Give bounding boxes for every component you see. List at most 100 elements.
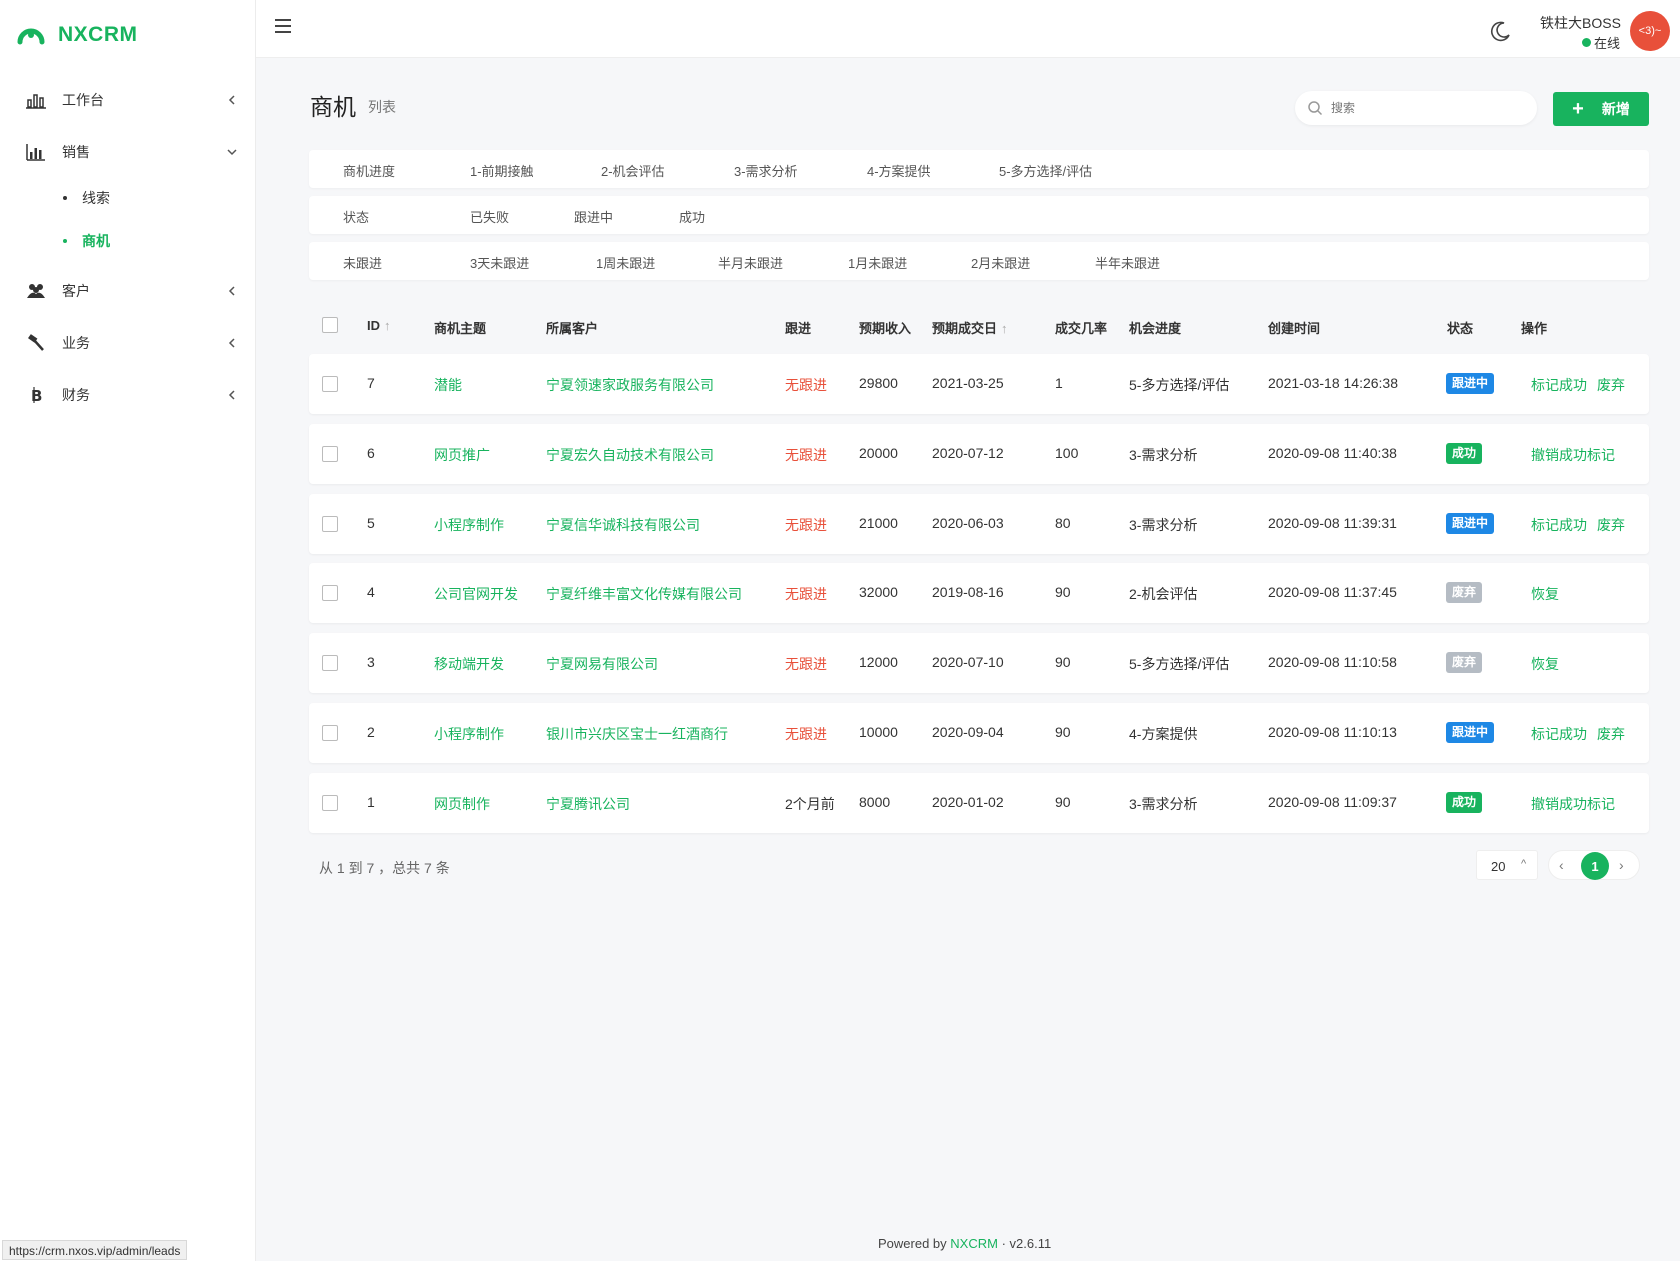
cell-customer-link[interactable]: 宁夏领速家政服务有限公司 bbox=[546, 375, 714, 395]
cell-rate: 1 bbox=[1055, 375, 1063, 391]
filter-option[interactable]: 4-方案提供 bbox=[867, 161, 931, 180]
filter-option[interactable]: 1周未跟进 bbox=[596, 253, 655, 272]
menu-toggle-icon[interactable] bbox=[274, 18, 292, 34]
cell-subject-link[interactable]: 潜能 bbox=[434, 375, 462, 395]
select-all-checkbox[interactable] bbox=[322, 317, 338, 333]
cell-subject-link[interactable]: 小程序制作 bbox=[434, 724, 504, 744]
row-action-link[interactable]: 撤销成功标记 bbox=[1531, 445, 1615, 465]
current-page[interactable]: 1 bbox=[1581, 852, 1609, 880]
row-checkbox[interactable] bbox=[322, 376, 338, 392]
cell-customer-link[interactable]: 宁夏纤维丰富文化传媒有限公司 bbox=[546, 584, 742, 604]
th-close-date[interactable]: 预期成交日 ↑ bbox=[932, 318, 1008, 337]
row-checkbox[interactable] bbox=[322, 655, 338, 671]
filter-option[interactable]: 2-机会评估 bbox=[601, 161, 665, 180]
cell-customer-link[interactable]: 宁夏信华诚科技有限公司 bbox=[546, 515, 700, 535]
th-id[interactable]: ID ↑ bbox=[367, 318, 391, 333]
filter-option[interactable]: 2月未跟进 bbox=[971, 253, 1030, 272]
row-action-link[interactable]: 恢复 bbox=[1531, 654, 1559, 674]
search-box[interactable] bbox=[1295, 91, 1537, 125]
user-name[interactable]: 铁柱大BOSS bbox=[1540, 13, 1621, 33]
sidebar-subitem-label: 商机 bbox=[82, 233, 110, 249]
filter-option[interactable]: 成功 bbox=[679, 207, 705, 226]
cell-created: 2020-09-08 11:09:37 bbox=[1268, 794, 1397, 810]
row-checkbox[interactable] bbox=[322, 725, 338, 741]
avatar[interactable]: <3)~ bbox=[1630, 11, 1670, 51]
row-action-link[interactable]: 标记成功 bbox=[1531, 375, 1587, 395]
sort-arrow-icon: ↑ bbox=[384, 318, 391, 333]
cell-id: 7 bbox=[367, 375, 375, 391]
filter-option[interactable]: 已失败 bbox=[470, 207, 509, 226]
prev-page-button[interactable]: ‹ bbox=[1559, 857, 1564, 873]
dark-mode-toggle-icon[interactable] bbox=[1490, 20, 1512, 42]
sidebar-item-sales[interactable]: 销售 bbox=[0, 132, 256, 172]
filter-option[interactable]: 跟进中 bbox=[574, 207, 613, 226]
search-input[interactable] bbox=[1331, 98, 1521, 118]
filter-label: 状态 bbox=[343, 210, 370, 225]
filter-option[interactable]: 半月未跟进 bbox=[718, 253, 783, 272]
filter-option[interactable]: 3天未跟进 bbox=[470, 253, 529, 272]
footer-version: v2.6.11 bbox=[1009, 1236, 1052, 1251]
filter-row-progress: 商机进度 1-前期接触 2-机会评估 3-需求分析 4-方案提供 5-多方选择/… bbox=[309, 150, 1649, 188]
sidebar-item-workbench[interactable]: 工作台 bbox=[0, 80, 256, 120]
logo[interactable]: NXCRM bbox=[16, 18, 138, 52]
users-icon bbox=[27, 284, 45, 298]
row-action-link[interactable]: 撤销成功标记 bbox=[1531, 794, 1615, 814]
cell-customer-link[interactable]: 宁夏腾讯公司 bbox=[546, 794, 630, 814]
filter-option[interactable]: 3-需求分析 bbox=[734, 161, 798, 180]
row-checkbox[interactable] bbox=[322, 795, 338, 811]
row-checkbox[interactable] bbox=[322, 516, 338, 532]
status-badge: 跟进中 bbox=[1446, 373, 1495, 394]
cell-subject-link[interactable]: 网页推广 bbox=[434, 445, 490, 465]
cell-stage: 5-多方选择/评估 bbox=[1129, 656, 1230, 672]
footer-brand-link[interactable]: NXCRM bbox=[950, 1236, 998, 1251]
sidebar-item-finance[interactable]: B 财务 bbox=[0, 375, 256, 415]
cell-customer-link[interactable]: 宁夏网易有限公司 bbox=[546, 654, 658, 674]
row-action-link[interactable]: 恢复 bbox=[1531, 584, 1559, 604]
filter-option[interactable]: 1月未跟进 bbox=[848, 253, 907, 272]
cell-subject-link[interactable]: 小程序制作 bbox=[434, 515, 504, 535]
cell-follow: 无跟进 bbox=[785, 447, 827, 463]
status-badge: 废弃 bbox=[1446, 652, 1483, 673]
cell-subject-link[interactable]: 公司官网开发 bbox=[434, 584, 518, 604]
filter-option[interactable]: 5-多方选择/评估 bbox=[999, 161, 1092, 180]
row-action-link[interactable]: 废弃 bbox=[1597, 375, 1625, 395]
row-action-link[interactable]: 标记成功 bbox=[1531, 724, 1587, 744]
sidebar-item-business[interactable]: 业务 bbox=[0, 323, 256, 363]
row-action-link[interactable]: 废弃 bbox=[1597, 724, 1625, 744]
filter-label[interactable]: 未跟进 bbox=[343, 253, 382, 272]
page-size-select[interactable]: 20 ^ bbox=[1476, 850, 1538, 880]
chevron-left-icon bbox=[228, 390, 235, 400]
status-bar-url: https://crm.nxos.vip/admin/leads bbox=[2, 1240, 188, 1260]
footer: Powered by NXCRM · v2.6.11 bbox=[878, 1236, 1051, 1251]
row-checkbox[interactable] bbox=[322, 585, 338, 601]
row-action-link[interactable]: 废弃 bbox=[1597, 515, 1625, 535]
cell-id: 1 bbox=[367, 794, 375, 810]
cell-rate: 90 bbox=[1055, 794, 1071, 810]
filter-option[interactable]: 半年未跟进 bbox=[1095, 253, 1160, 272]
cell-customer-link[interactable]: 银川市兴庆区宝士一红酒商行 bbox=[546, 724, 728, 744]
row-action-link[interactable]: 标记成功 bbox=[1531, 515, 1587, 535]
cell-stage: 3-需求分析 bbox=[1129, 517, 1198, 533]
filter-option[interactable]: 1-前期接触 bbox=[470, 161, 534, 180]
sidebar: NXCRM 工作台 销售 线索 商机 客户 业务 B 财务 https://cr… bbox=[0, 0, 256, 1261]
filter-row-followup: 未跟进 3天未跟进 1周未跟进 半月未跟进 1月未跟进 2月未跟进 半年未跟进 bbox=[309, 242, 1649, 280]
sidebar-subitem-opportunities[interactable]: 商机 bbox=[0, 226, 256, 256]
sidebar-item-customers[interactable]: 客户 bbox=[0, 271, 256, 311]
cell-revenue: 12000 bbox=[859, 654, 898, 670]
user-status-text: 在线 bbox=[1594, 36, 1621, 51]
chevron-up-icon: ^ bbox=[1521, 858, 1527, 870]
sidebar-subitem-leads[interactable]: 线索 bbox=[0, 183, 256, 213]
th-customer: 所属客户 bbox=[546, 321, 599, 336]
cell-customer-link[interactable]: 宁夏宏久自动技术有限公司 bbox=[546, 445, 714, 465]
cell-subject-link[interactable]: 网页制作 bbox=[434, 794, 490, 814]
cell-subject-link[interactable]: 移动端开发 bbox=[434, 654, 504, 674]
table-row: 2 小程序制作 银川市兴庆区宝士一红酒商行 无跟进 10000 2020-09-04 90 4… bbox=[309, 703, 1649, 763]
filter-row-status: 状态 已失败 跟进中 成功 bbox=[309, 196, 1649, 234]
nxcrm-logo-icon bbox=[17, 28, 45, 45]
sidebar-item-label: 业务 bbox=[62, 335, 90, 351]
add-button[interactable]: + 新增 bbox=[1553, 92, 1649, 126]
status-badge: 跟进中 bbox=[1446, 722, 1495, 743]
next-page-button[interactable]: › bbox=[1619, 857, 1624, 873]
row-checkbox[interactable] bbox=[322, 446, 338, 462]
cell-created: 2021-03-18 14:26:38 bbox=[1268, 375, 1398, 391]
